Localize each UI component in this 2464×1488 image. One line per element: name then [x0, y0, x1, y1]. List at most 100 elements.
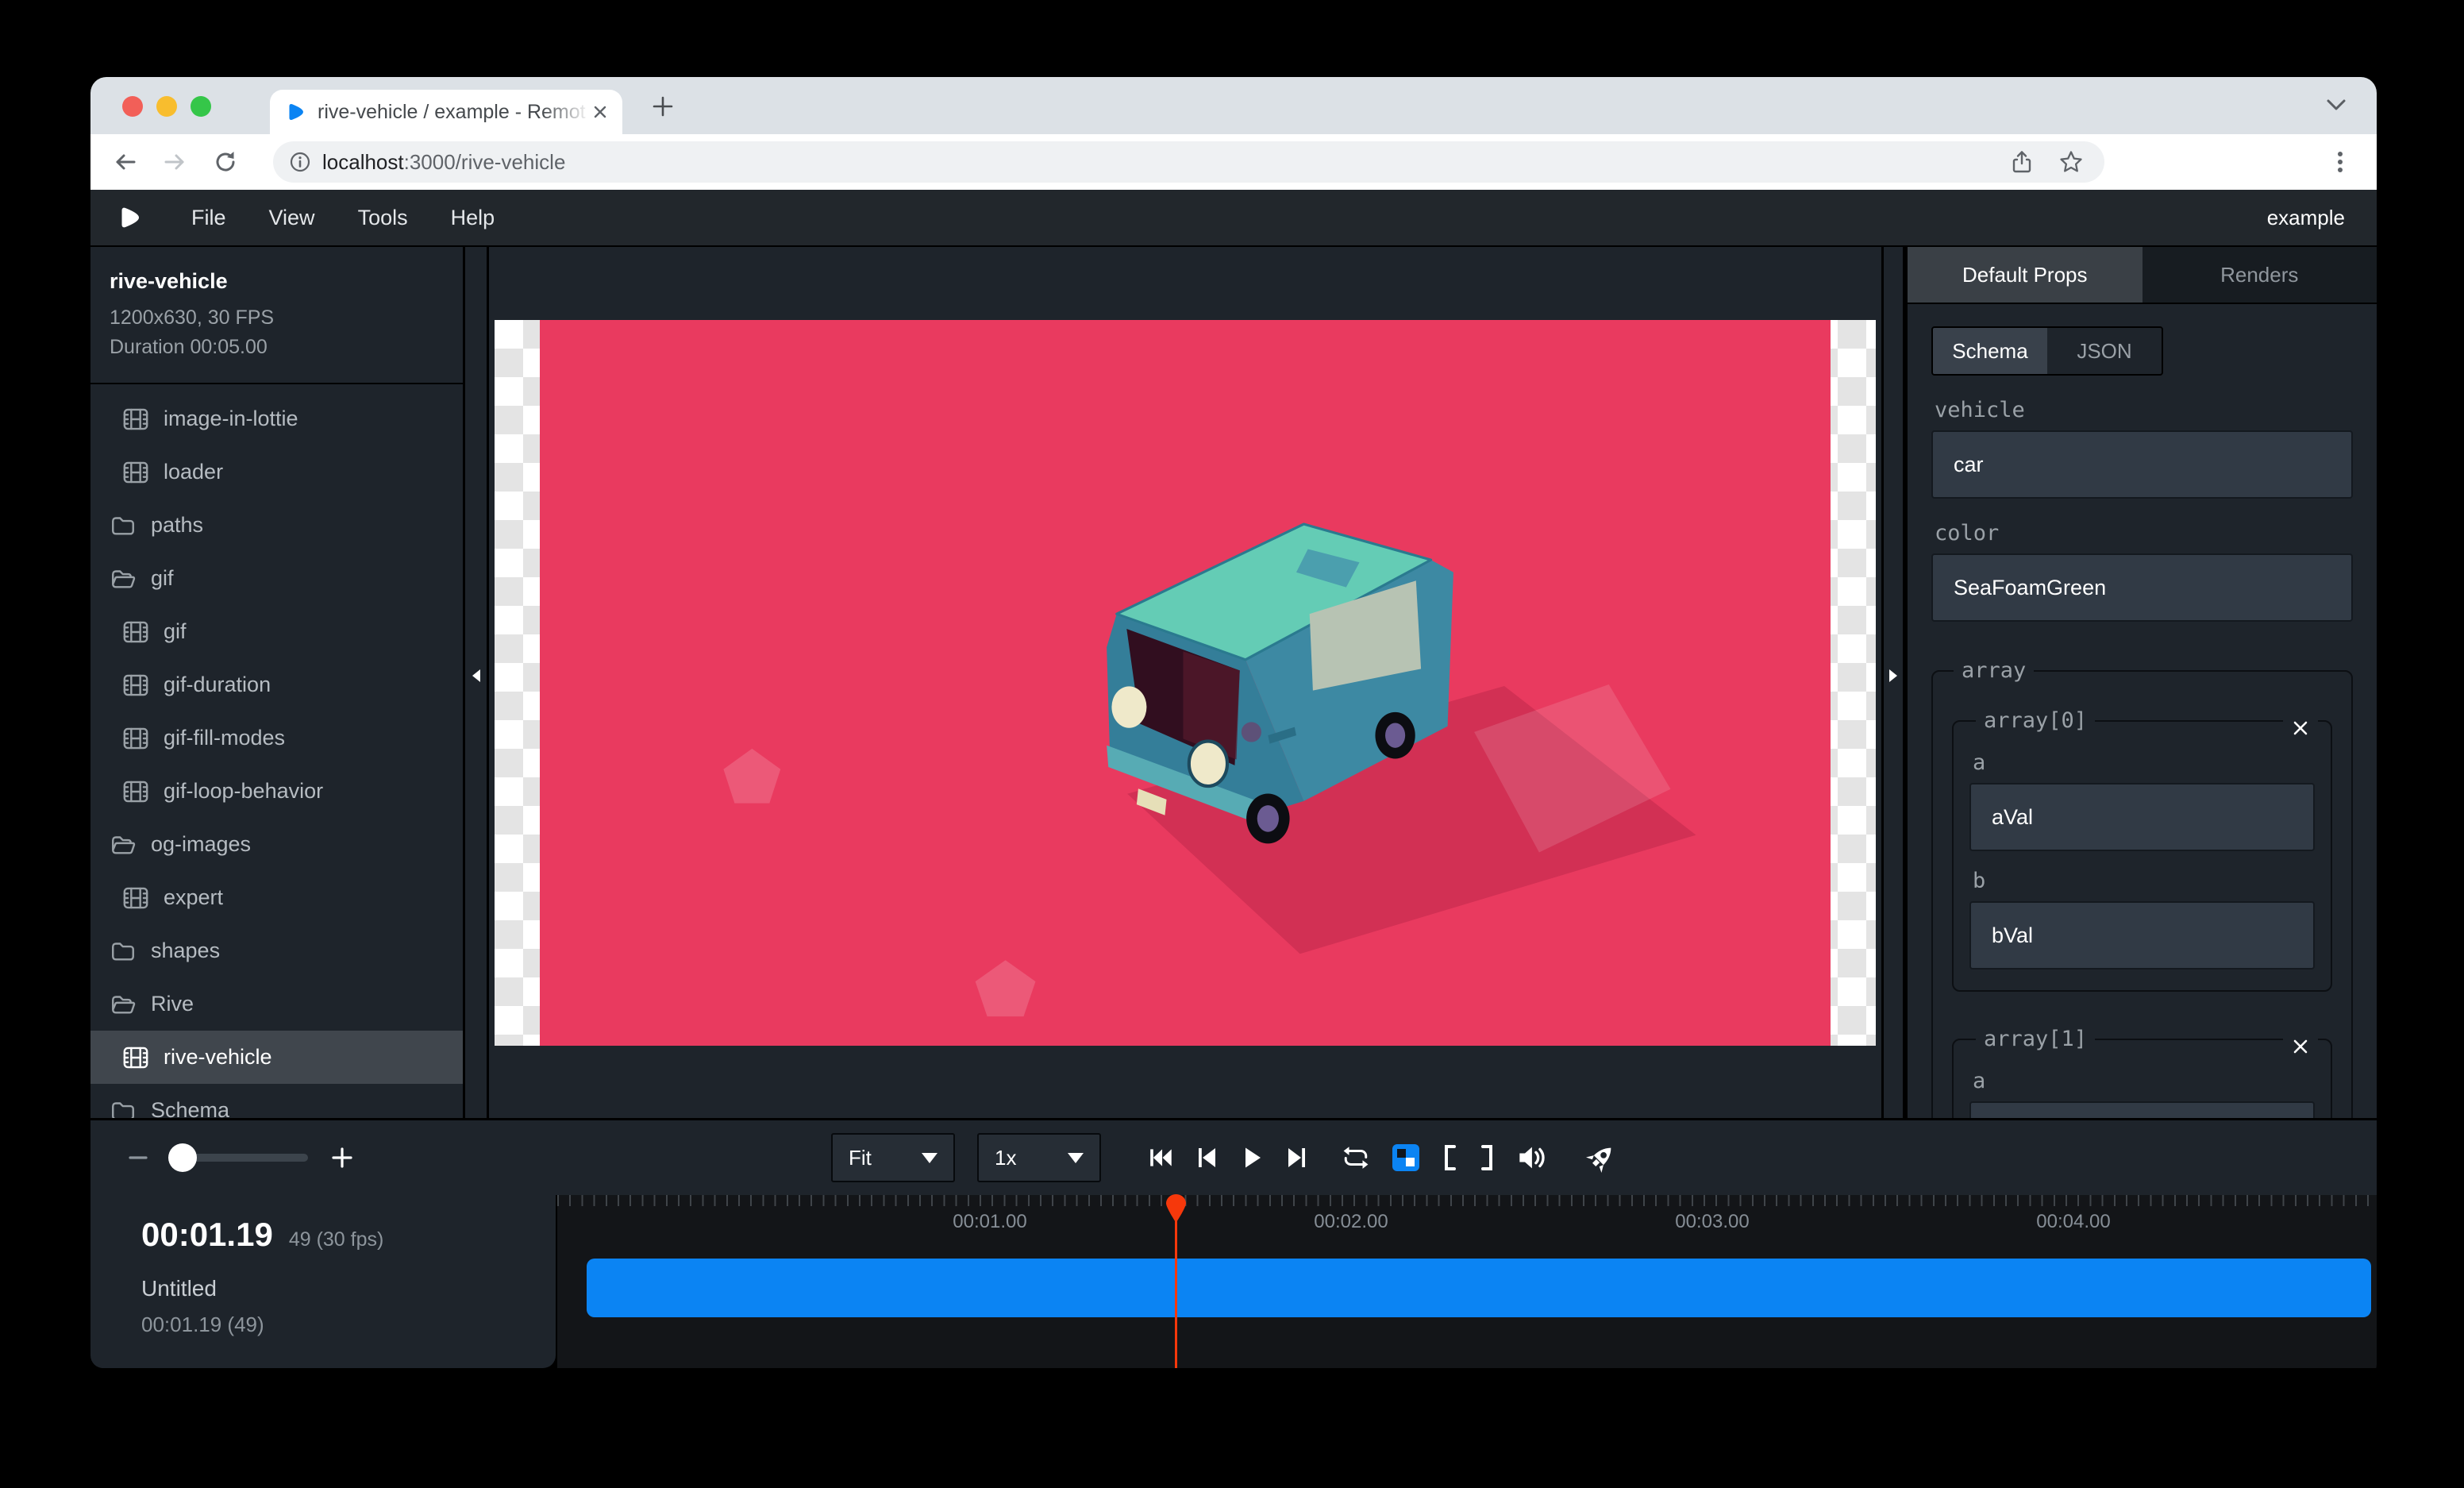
sidebar-item-label: loader [164, 460, 223, 484]
menu-help[interactable]: Help [429, 206, 517, 230]
sidebar-item-og-images[interactable]: og-images [90, 818, 463, 871]
sidebar-item-label: gif-duration [164, 673, 271, 697]
preview-canvas[interactable] [495, 320, 1876, 1046]
sidebar-item-label: gif [151, 566, 174, 591]
collapse-right-arrow-icon[interactable] [1888, 668, 1899, 684]
subtab-json[interactable]: JSON [2047, 328, 2162, 374]
tab-title: rive-vehicle / example - Remot [318, 101, 591, 124]
zoom-in-icon[interactable] [330, 1146, 354, 1170]
loop-toggle-button[interactable] [1341, 1144, 1371, 1171]
sidebar-item-gif-fill-modes[interactable]: gif-fill-modes [90, 711, 463, 765]
preview-pane [489, 247, 1881, 1118]
array-0-a-input[interactable] [1969, 783, 2315, 851]
playback-speed-dropdown[interactable]: 1x [977, 1133, 1101, 1182]
out-point-bracket-button[interactable] [1479, 1143, 1496, 1172]
sidebar-item-shapes[interactable]: shapes [90, 924, 463, 977]
browser-tab[interactable]: rive-vehicle / example - Remot [270, 90, 622, 134]
maximize-window-button[interactable] [191, 96, 211, 117]
playback-toolbar: Fit 1x [90, 1118, 2377, 1195]
timeline-ruler[interactable]: 00:01.00 00:02.00 00:03.00 00:04.00 [557, 1195, 2377, 1236]
back-button[interactable] [108, 145, 143, 179]
ruler-label: 00:03.00 [1675, 1211, 1749, 1233]
project-info: rive-vehicle 1200x630, 30 FPS Duration 0… [90, 247, 463, 384]
sidebar-item-gif[interactable]: gif [90, 605, 463, 658]
array-item-0-legend: array[0] [1976, 708, 2095, 733]
timeline-info-panel: 00:01.19 49 (30 fps) Untitled 00:01.19 (… [90, 1195, 556, 1368]
zoom-slider[interactable] [171, 1154, 308, 1162]
sidebar-item-rive-vehicle[interactable]: rive-vehicle [90, 1031, 463, 1084]
remotion-logo-icon[interactable] [117, 205, 143, 230]
rocket-quick-render-button[interactable] [1585, 1142, 1617, 1174]
compositions-sidebar: rive-vehicle 1200x630, 30 FPS Duration 0… [90, 247, 465, 1118]
props-panel: Default Props Renders Schema JSON vehicl… [1905, 247, 2377, 1118]
field-label-a: a [1973, 1069, 2315, 1093]
sidebar-item-label: shapes [151, 939, 220, 963]
sidebar-item-gif-loop-behavior[interactable]: gif-loop-behavior [90, 765, 463, 818]
playhead-marker-icon[interactable] [1165, 1193, 1187, 1224]
zoom-out-icon[interactable] [127, 1147, 149, 1169]
remove-array-item-0-button[interactable] [2283, 717, 2318, 739]
field-label-b: b [1973, 869, 2315, 893]
sidebar-item-label: rive-vehicle [164, 1045, 272, 1070]
bookmark-star-icon[interactable] [2058, 149, 2084, 175]
close-window-button[interactable] [122, 96, 143, 117]
sidebar-item-rive-folder[interactable]: Rive [90, 977, 463, 1031]
remove-array-item-1-button[interactable] [2283, 1035, 2318, 1058]
sidebar-item-image-in-lottie[interactable]: image-in-lottie [90, 392, 463, 445]
menu-file[interactable]: File [170, 206, 248, 230]
window-controls [122, 96, 211, 117]
sidebar-item-gif-folder[interactable]: gif [90, 552, 463, 605]
close-tab-icon[interactable] [591, 102, 610, 121]
sidebar-item-expert[interactable]: expert [90, 871, 463, 924]
in-point-bracket-button[interactable] [1441, 1143, 1458, 1172]
menu-tools[interactable]: Tools [337, 206, 429, 230]
url-bar[interactable]: localhost:3000/rive-vehicle [273, 141, 2104, 183]
tab-renders[interactable]: Renders [2143, 247, 2377, 303]
timeline-track-area[interactable]: 00:01.00 00:02.00 00:03.00 00:04.00 [557, 1195, 2377, 1368]
next-frame-button[interactable] [1284, 1144, 1309, 1171]
skip-to-start-button[interactable] [1147, 1144, 1176, 1171]
play-button[interactable] [1239, 1144, 1265, 1171]
film-icon [122, 406, 149, 433]
sidebar-item-label: paths [151, 513, 203, 538]
composition-list: image-in-lottie loader paths gif [90, 384, 463, 1118]
close-icon [2291, 1037, 2310, 1056]
tab-default-props[interactable]: Default Props [1908, 247, 2143, 303]
props-panel-body: Schema JSON vehicle color array array[0] [1908, 304, 2377, 1118]
sidebar-item-paths[interactable]: paths [90, 499, 463, 552]
track-name[interactable]: Untitled [141, 1276, 556, 1301]
fit-dropdown-value: Fit [849, 1146, 872, 1170]
previous-frame-button[interactable] [1195, 1144, 1220, 1171]
browser-menu-icon[interactable] [2323, 145, 2358, 179]
track-duration: 00:01.19 (49) [141, 1313, 556, 1337]
ruler-label: 00:02.00 [1314, 1211, 1388, 1233]
folder-open-icon [110, 831, 137, 858]
tab-search-chevron-icon[interactable] [2324, 94, 2348, 115]
zoom-slider-thumb[interactable] [168, 1143, 197, 1172]
forward-button[interactable] [157, 145, 192, 179]
site-info-icon[interactable] [289, 151, 311, 173]
timeline-playhead[interactable] [1175, 1195, 1177, 1368]
fit-dropdown[interactable]: Fit [831, 1133, 955, 1182]
timeline-track-bar[interactable] [587, 1259, 2371, 1317]
subtab-schema[interactable]: Schema [1933, 328, 2047, 374]
new-tab-button[interactable] [646, 90, 680, 123]
array-fieldset: array array[0] a [1931, 658, 2353, 1118]
preview-canvas-artwork [540, 320, 1831, 1046]
array-0-b-input[interactable] [1969, 901, 2315, 970]
menu-view[interactable]: View [248, 206, 337, 230]
volume-button[interactable] [1517, 1143, 1549, 1172]
collapse-left-arrow-icon[interactable] [471, 668, 482, 684]
color-input[interactable] [1931, 553, 2353, 622]
share-icon[interactable] [2009, 149, 2035, 175]
sidebar-item-loader[interactable]: loader [90, 445, 463, 499]
array-1-a-input[interactable] [1969, 1101, 2315, 1118]
chevron-down-icon [1068, 1153, 1084, 1163]
reload-button[interactable] [208, 145, 243, 179]
minimize-window-button[interactable] [156, 96, 177, 117]
film-icon [122, 885, 149, 912]
sidebar-item-schema[interactable]: Schema [90, 1084, 463, 1118]
transparency-checkerboard-toggle[interactable] [1392, 1143, 1420, 1172]
vehicle-input[interactable] [1931, 430, 2353, 499]
sidebar-item-gif-duration[interactable]: gif-duration [90, 658, 463, 711]
